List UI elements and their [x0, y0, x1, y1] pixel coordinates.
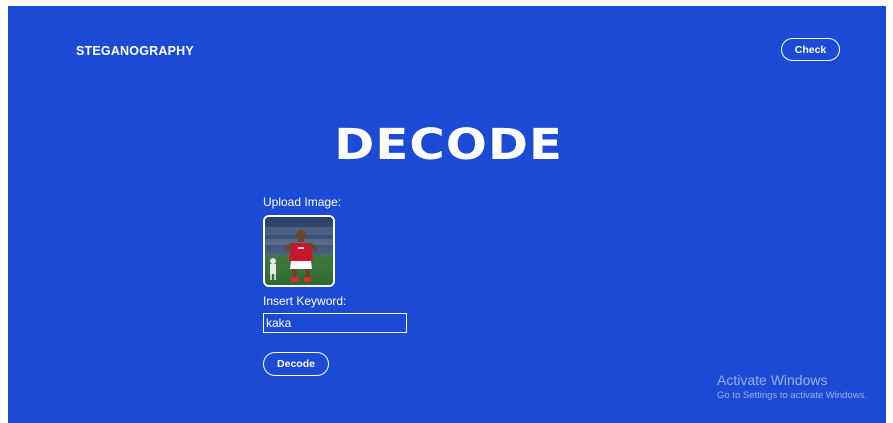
decode-button[interactable]: Decode	[263, 352, 329, 376]
keyword-input[interactable]	[263, 313, 407, 333]
insert-keyword-label: Insert Keyword:	[263, 294, 347, 308]
uploaded-image-thumbnail	[265, 217, 333, 285]
page-title: DECODE	[334, 120, 564, 170]
app-screen: STEGANOGRAPHY Check DECODE Upload Image:	[8, 6, 886, 423]
brand-title: STEGANOGRAPHY	[76, 44, 194, 58]
image-upload-preview[interactable]	[263, 215, 335, 287]
watermark-subtitle: Go to Settings to activate Windows.	[717, 390, 867, 401]
upload-image-label: Upload Image:	[263, 195, 342, 209]
check-button[interactable]: Check	[781, 38, 840, 61]
activate-windows-watermark: Activate Windows Go to Settings to activ…	[717, 372, 867, 403]
watermark-title: Activate Windows	[717, 372, 828, 388]
